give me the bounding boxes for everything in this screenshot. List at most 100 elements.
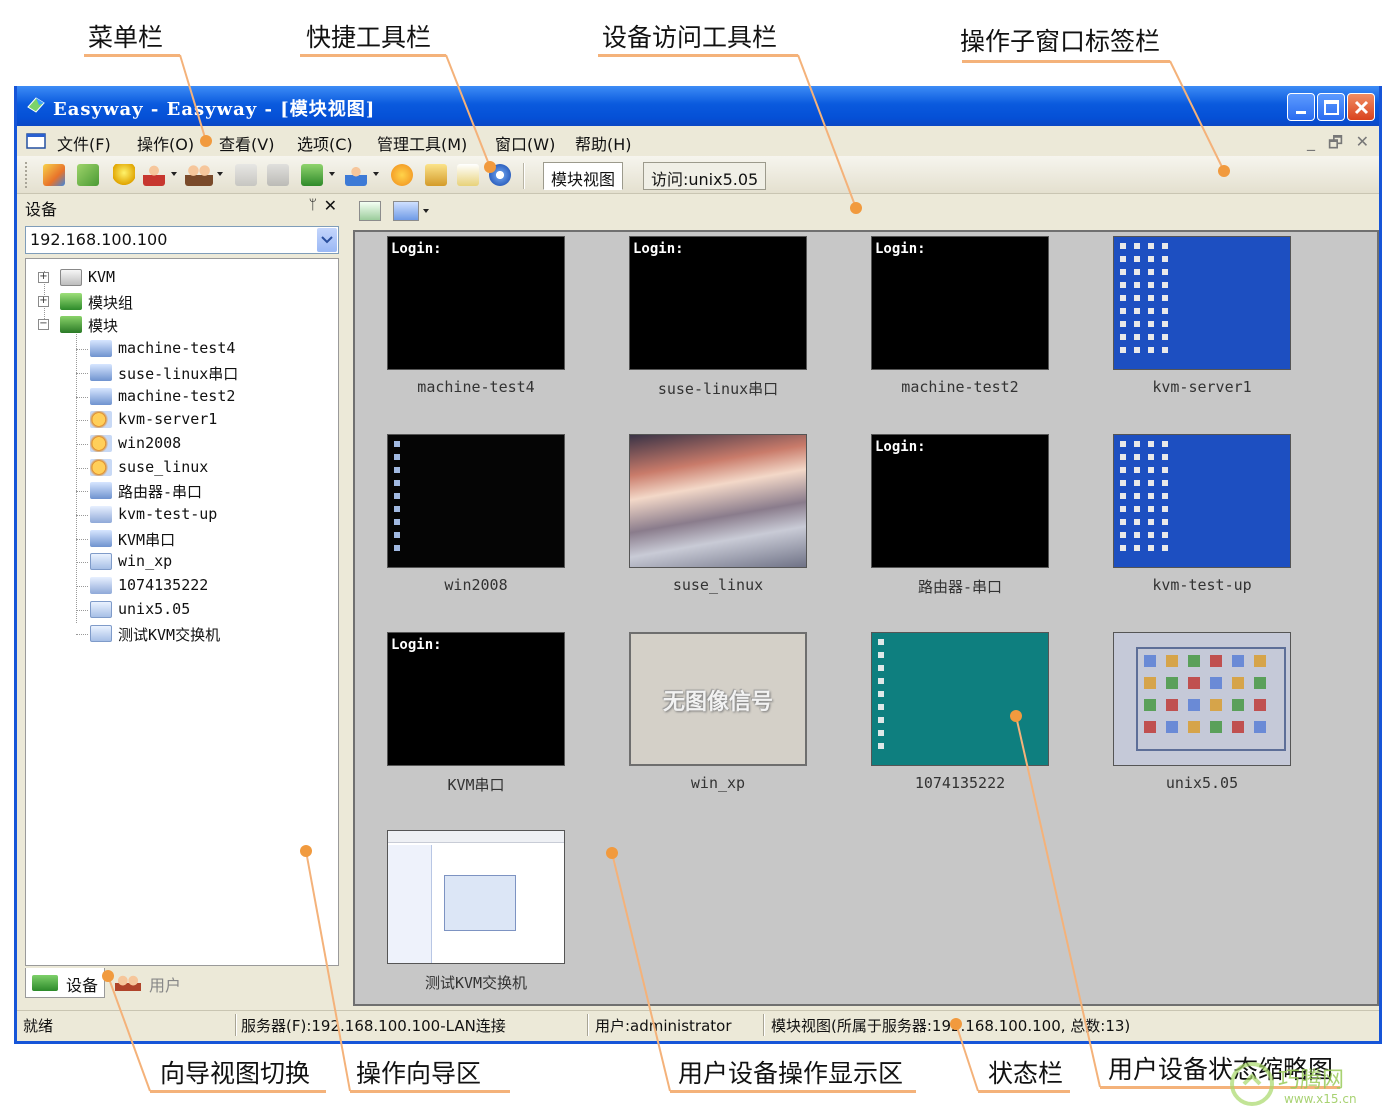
toolbar-grip[interactable]	[25, 162, 29, 188]
menu-file[interactable]: 文件(F)	[57, 131, 111, 155]
mdi-close-button[interactable]: ✕	[1356, 132, 1369, 151]
refresh-icon[interactable]	[359, 201, 381, 221]
lightbulb-icon[interactable]	[113, 164, 135, 186]
module-icon[interactable]	[301, 164, 323, 186]
menu-help[interactable]: 帮助(H)	[575, 131, 632, 155]
dropdown-arrow-icon[interactable]	[373, 172, 379, 176]
device-thumbnail[interactable]	[1113, 632, 1291, 766]
annotation-underline	[962, 60, 1170, 63]
user-manage-icon[interactable]	[345, 164, 367, 186]
connect-server-icon[interactable]	[43, 164, 65, 186]
desktop-icon	[1162, 480, 1168, 486]
menu-window[interactable]: 窗口(W)	[495, 131, 555, 155]
tree-node-label: kvm-test-up	[118, 505, 218, 523]
desktop-icon	[1120, 441, 1126, 447]
thumbnail-label: machine-test2	[901, 378, 1019, 396]
desktop-icon	[394, 454, 400, 460]
server-select-value: 192.168.100.100	[30, 230, 168, 249]
desktop-icon	[1134, 441, 1140, 447]
device-thumbnail[interactable]	[871, 632, 1049, 766]
desktop-icon	[1120, 519, 1126, 525]
annotation-device-display-area: 用户设备操作显示区	[678, 1059, 904, 1088]
user-icon[interactable]	[143, 164, 165, 186]
message-icon[interactable]	[457, 164, 479, 186]
desktop-icon	[1134, 295, 1140, 301]
desktop-icon	[1120, 295, 1126, 301]
maximize-button[interactable]	[1317, 93, 1345, 121]
minimize-button[interactable]	[1287, 93, 1315, 121]
power-icon[interactable]	[391, 164, 413, 186]
panel-close-icon[interactable]: ✕	[324, 196, 337, 215]
desktop-icon	[394, 519, 400, 525]
desktop-icon	[1134, 334, 1140, 340]
dropdown-arrow-icon[interactable]	[329, 172, 335, 176]
desktop-icon	[1134, 532, 1140, 538]
device-thumbnail[interactable]: Login:	[871, 434, 1049, 568]
annotation-underline	[350, 1090, 510, 1093]
desktop-icon	[1162, 532, 1168, 538]
user-group-icon[interactable]	[185, 164, 213, 186]
mdi-minimize-button[interactable]: _	[1307, 132, 1315, 151]
desktop-icon	[1162, 282, 1168, 288]
desktop-icon	[1148, 334, 1154, 340]
menu-operation[interactable]: 操作(O)	[137, 131, 194, 155]
menu-options[interactable]: 选项(C)	[297, 131, 353, 155]
tab-devices[interactable]: 设备	[25, 968, 106, 998]
thumbnail-label: unix5.05	[1165, 774, 1239, 792]
title-bar[interactable]: Easyway - Easyway - [模块视图]	[17, 86, 1379, 126]
serial-port-icon	[90, 529, 112, 547]
watermark-url: www.x15.cn	[1284, 1092, 1357, 1106]
dropdown-arrow-icon[interactable]	[171, 172, 177, 176]
thumbnail-label: 路由器-串口	[917, 578, 1003, 596]
device-thumbnail[interactable]: 无图像信号	[629, 632, 807, 766]
document-icon[interactable]	[25, 131, 49, 151]
device-thumbnail[interactable]: Login:	[387, 632, 565, 766]
server-select[interactable]: 192.168.100.100	[25, 226, 339, 254]
device-tree[interactable]: + KVM + 模块组 − 模块 machine-test4 suse-linux串口 mach…	[25, 258, 339, 966]
mdi-restore-button[interactable]: 🗗	[1328, 132, 1343, 159]
desktop-icon	[1162, 454, 1168, 460]
desktop-icon	[394, 545, 400, 551]
expand-icon[interactable]: +	[38, 272, 49, 283]
desktop-icon	[1162, 519, 1168, 525]
tab-users[interactable]: 用户	[109, 968, 187, 998]
disconnect-server-icon[interactable]	[77, 164, 99, 186]
desktop-icon	[1134, 321, 1140, 327]
collapse-icon[interactable]: −	[38, 319, 49, 331]
close-button[interactable]	[1347, 93, 1375, 121]
dropdown-arrow-icon[interactable]	[423, 209, 429, 213]
device-thumbnail[interactable]: Login:	[871, 236, 1049, 370]
device-access-toolbar	[353, 196, 1379, 226]
settings-icon[interactable]	[489, 164, 511, 186]
tab-module-view[interactable]: 模块视图	[543, 162, 624, 190]
thumbnail-label: 1074135222	[914, 774, 1006, 792]
pin-icon[interactable]: ᛘ	[309, 197, 317, 213]
device-thumbnail[interactable]	[1113, 434, 1291, 568]
menu-admin-tools[interactable]: 管理工具(M)	[377, 131, 467, 155]
desktop-icon	[1162, 269, 1168, 275]
desktop-icon	[394, 532, 400, 538]
chevron-down-icon[interactable]	[317, 228, 337, 252]
device-thumbnail[interactable]: Login:	[629, 236, 807, 370]
wallpaper-thumbnail[interactable]	[629, 434, 807, 568]
tree-node-label: suse_linux	[118, 457, 209, 476]
dropdown-arrow-icon[interactable]	[217, 172, 223, 176]
status-ready: 就绪	[23, 1017, 54, 1035]
kvm-folder-icon	[60, 269, 82, 286]
device-thumbnail[interactable]	[387, 434, 565, 568]
tree-node-label: win_xp	[118, 552, 173, 571]
menu-view[interactable]: 查看(V)	[219, 131, 274, 155]
serial-port-icon	[90, 482, 112, 500]
desktop-icon	[394, 480, 400, 486]
panel-title: 设备	[25, 200, 58, 219]
device-thumbnail[interactable]	[387, 830, 565, 964]
device-thumbnail[interactable]	[1113, 236, 1291, 370]
login-prompt: Login:	[633, 241, 684, 257]
expand-icon[interactable]: +	[38, 295, 49, 307]
device-thumbnail[interactable]: Login:	[387, 236, 565, 370]
disabled-device-icon	[235, 164, 257, 186]
network-icon[interactable]	[425, 164, 447, 186]
layout-grid-icon[interactable]	[393, 201, 419, 221]
tab-access-unix[interactable]: 访问:unix5.05	[643, 162, 767, 190]
desktop-icon	[1120, 256, 1126, 262]
